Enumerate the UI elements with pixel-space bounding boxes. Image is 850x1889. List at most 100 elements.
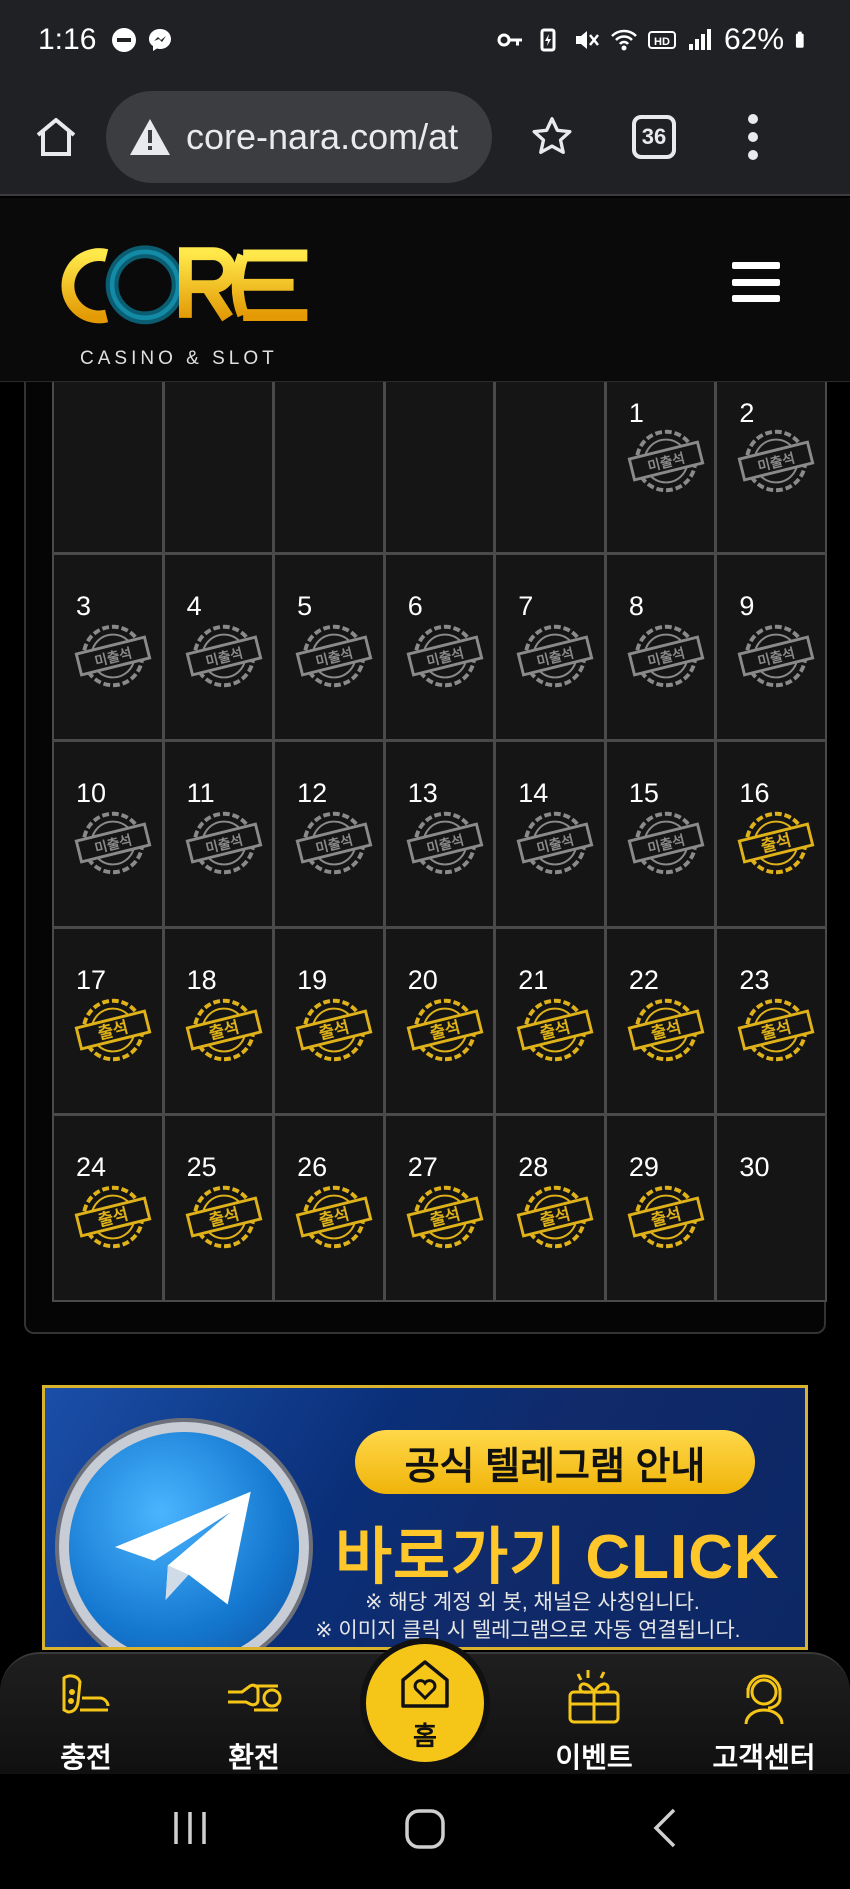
absent-stamp-icon: 미출석 (516, 617, 594, 695)
attended-stamp-icon: 출석 (406, 1178, 484, 1256)
svg-text:HD: HD (654, 36, 670, 48)
calendar-day-6: 6 미출석 (383, 553, 496, 741)
calendar-day-17: 17 출석 (52, 927, 164, 1115)
absent-stamp-icon: 미출석 (627, 422, 705, 500)
nav-event[interactable]: 이벤트 (534, 1668, 654, 1776)
calendar-empty-cell (52, 382, 164, 554)
nav-home-label: 홈 (413, 1720, 437, 1751)
browser-toolbar: core-nara.com/at 36 (0, 80, 850, 196)
calendar-day-18: 18 출석 (162, 927, 275, 1115)
calendar-day-2: 2 미출석 (715, 382, 827, 554)
calendar-day-24: 24 출석 (52, 1114, 164, 1302)
key-icon (497, 33, 522, 47)
wifi-icon (611, 29, 637, 51)
core-logo[interactable]: CASINO & SLOT (34, 228, 324, 369)
attendance-calendar: 1 미출석 2 미출석 3 미출석 4 미출석 5 미출석 6 미출석 7 미출석 8 미출석 9 미출석 10 미출… (24, 382, 827, 1334)
nav-withdraw-label: 환전 (228, 1742, 280, 1773)
deposit-icon (62, 1674, 110, 1714)
back-icon[interactable] (650, 1808, 680, 1848)
home-heart-icon (401, 1659, 449, 1708)
absent-stamp-icon: 미출석 (406, 804, 484, 882)
telegram-banner[interactable]: 공식 텔레그램 안내 바로가기 CLICK ※ 해당 계정 외 봇, 채널은 사… (42, 1385, 808, 1650)
calendar-day-27: 27 출석 (383, 1114, 496, 1302)
calendar-day-1: 1 미출석 (604, 382, 717, 554)
banner-pill: 공식 텔레그램 안내 (355, 1430, 755, 1494)
calendar-day-11: 11 미출석 (162, 740, 275, 928)
nav-support-label: 고객센터 (712, 1742, 816, 1773)
messenger-icon (149, 29, 172, 51)
attended-stamp-icon: 출석 (74, 991, 152, 1069)
banner-note-2: ※ 이미지 클릭 시 텔레그램으로 자동 연결됩니다. (315, 1619, 741, 1642)
telegram-logo-icon (59, 1422, 309, 1647)
logo-subtitle: CASINO & SLOT (80, 348, 278, 369)
absent-stamp-icon: 미출석 (627, 617, 705, 695)
calendar-day-21: 21 출석 (494, 927, 606, 1115)
do-not-disturb-icon (112, 28, 137, 52)
nav-deposit-label: 충전 (60, 1742, 112, 1773)
nav-support[interactable]: 고객센터 (704, 1668, 824, 1776)
absent-stamp-icon: 미출석 (737, 422, 815, 500)
attended-stamp-icon: 출석 (74, 1178, 152, 1256)
attended-stamp-icon: 출석 (295, 991, 373, 1069)
battery-icon (795, 31, 804, 48)
calendar-day-19: 19 출석 (273, 927, 385, 1115)
address-bar[interactable]: core-nara.com/at (106, 91, 492, 183)
absent-stamp-icon: 미출석 (74, 617, 152, 695)
calendar-day-4: 4 미출석 (162, 553, 275, 741)
calendar-day-16: 16 출석 (715, 740, 827, 928)
calendar-day-3: 3 미출석 (52, 553, 164, 741)
calendar-day-26: 26 출석 (273, 1114, 385, 1302)
status-time: 1:16 (38, 23, 97, 56)
absent-stamp-icon: 미출석 (737, 617, 815, 695)
banner-note-1: ※ 해당 계정 외 봇, 채널은 사칭입니다. (365, 1591, 700, 1614)
absent-stamp-icon: 미출석 (295, 617, 373, 695)
attended-stamp-icon: 출석 (185, 1178, 263, 1256)
nav-deposit[interactable]: 충전 (26, 1668, 146, 1776)
absent-stamp-icon: 미출석 (627, 804, 705, 882)
hamburger-menu-icon[interactable] (732, 262, 780, 302)
withdraw-icon (228, 1683, 282, 1712)
status-bar: 1:16 HD 62% (0, 0, 850, 80)
home-icon[interactable] (26, 107, 86, 167)
battery-percent: 62% (723, 23, 784, 56)
android-navigation-bar (0, 1774, 850, 1889)
warning-icon[interactable] (128, 117, 172, 157)
calendar-day-12: 12 미출석 (273, 740, 385, 928)
hd-icon: HD (647, 31, 676, 49)
mute-icon (575, 31, 599, 49)
nav-home-button[interactable]: 홈 (360, 1638, 490, 1768)
calendar-empty-cell (273, 382, 385, 554)
calendar-grid: 1 미출석 2 미출석 3 미출석 4 미출석 5 미출석 6 미출석 7 미출석 8 미출석 9 미출석 10 미출… (52, 382, 827, 1302)
absent-stamp-icon: 미출석 (185, 804, 263, 882)
day-number: 30 (739, 1152, 770, 1182)
calendar-empty-cell (162, 382, 275, 554)
attended-stamp-icon: 출석 (516, 991, 594, 1069)
customer-support-icon (744, 1674, 784, 1725)
logo-graphic (61, 245, 308, 325)
calendar-day-20: 20 출석 (383, 927, 496, 1115)
calendar-day-14: 14 미출석 (494, 740, 606, 928)
bookmark-star-icon[interactable] (522, 107, 582, 167)
calendar-day-29: 29 출석 (604, 1114, 717, 1302)
home-circle-icon[interactable] (404, 1808, 446, 1850)
more-menu-icon[interactable] (738, 107, 768, 167)
absent-stamp-icon: 미출석 (185, 617, 263, 695)
absent-stamp-icon: 미출석 (516, 804, 594, 882)
calendar-day-15: 15 미출석 (604, 740, 717, 928)
recents-icon[interactable] (170, 1808, 210, 1848)
calendar-day-22: 22 출석 (604, 927, 717, 1115)
calendar-day-30: 30 (715, 1114, 827, 1302)
tab-switcher-button[interactable]: 36 (632, 115, 676, 159)
absent-stamp-icon: 미출석 (406, 617, 484, 695)
url-text[interactable]: core-nara.com/at (186, 116, 458, 158)
calendar-day-23: 23 출석 (715, 927, 827, 1115)
nav-withdraw[interactable]: 환전 (194, 1668, 314, 1776)
signal-icon (688, 29, 711, 50)
calendar-day-13: 13 미출석 (383, 740, 496, 928)
calendar-day-9: 9 미출석 (715, 553, 827, 741)
attended-stamp-icon: 출석 (737, 804, 815, 882)
calendar-empty-cell (494, 382, 606, 554)
banner-cta: 바로가기 CLICK (335, 1523, 780, 1592)
calendar-empty-cell (383, 382, 496, 554)
battery-saver-icon (540, 28, 556, 52)
